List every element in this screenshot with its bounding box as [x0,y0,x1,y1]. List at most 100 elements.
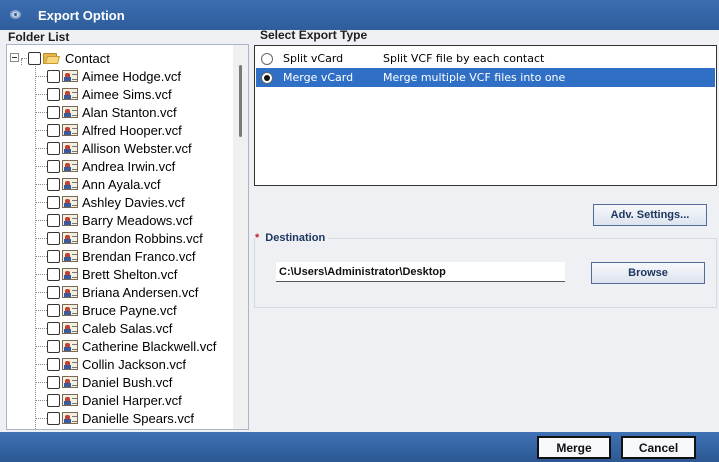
tree-item-vcf[interactable]: Aimee Hodge.vcf [47,67,181,85]
item-label: Alan Stanton.vcf [82,104,177,120]
tree-connector [35,202,47,203]
option-name: Split vCard [283,52,344,65]
destination-label: * Destination [255,232,325,244]
vcard-file-icon [62,304,78,316]
folder-icon [43,52,61,64]
tree-item-vcf[interactable]: Barry Meadows.vcf [47,211,193,229]
item-checkbox[interactable] [47,375,60,389]
tree-connector [35,256,47,257]
option-description: Split VCF file by each contact [383,52,545,65]
tree-item-vcf[interactable]: Andrea Irwin.vcf [47,157,175,175]
item-label: Barry Meadows.vcf [82,212,193,228]
vcard-file-icon [62,268,78,280]
tree-item-vcf[interactable]: Aimee Sims.vcf [47,85,172,103]
item-label: Ashley Davies.vcf [82,194,185,210]
folder-tree[interactable]: Contact Aimee Hodge.vcf Aimee Sims.vcf Ala… [6,44,249,430]
vcard-file-icon [62,376,78,388]
vcard-file-icon [62,232,78,244]
folder-tree-content: Contact Aimee Hodge.vcf Aimee Sims.vcf Ala… [7,45,233,429]
tree-root-contact[interactable]: Contact [28,49,110,67]
root-checkbox[interactable] [28,51,41,65]
item-label: Collin Jackson.vcf [82,356,187,372]
option-merge-vcard[interactable]: Merge vCard Merge multiple VCF files int… [256,68,715,87]
item-checkbox[interactable] [47,141,60,155]
vcard-file-icon [62,88,78,100]
tree-connector [35,94,47,95]
item-checkbox[interactable] [47,195,60,209]
item-checkbox[interactable] [47,357,60,371]
cancel-button[interactable]: Cancel [621,436,696,459]
item-checkbox[interactable] [47,123,60,137]
tree-item-vcf[interactable]: Brendan Franco.vcf [47,247,195,265]
vcard-file-icon [62,70,78,82]
item-checkbox[interactable] [47,87,60,101]
vcard-file-icon [62,286,78,298]
browse-button[interactable]: Browse [591,262,705,284]
tree-connector [35,166,47,167]
destination-divider [328,238,717,239]
item-checkbox[interactable] [47,231,60,245]
vcard-file-icon [62,358,78,370]
option-split-vcard[interactable]: Split vCard Split VCF file by each conta… [256,49,715,68]
tree-item-vcf[interactable]: Briana Andersen.vcf [47,283,198,301]
tree-item-vcf[interactable]: Bruce Payne.vcf [47,301,177,319]
tree-item-vcf[interactable]: Brandon Robbins.vcf [47,229,203,247]
item-label: Ann Ayala.vcf [82,176,161,192]
item-label: Andrea Irwin.vcf [82,158,176,174]
folder-list-header: Folder List [8,30,70,44]
tree-item-vcf[interactable]: Ann Ayala.vcf [47,175,161,193]
tree-item-vcf[interactable]: Catherine Blackwell.vcf [47,337,216,355]
item-label: Allison Webster.vcf [82,140,192,156]
vcard-file-icon [62,322,78,334]
vcard-file-icon [62,250,78,262]
tree-scrollbar[interactable] [233,45,248,429]
merge-button[interactable]: Merge [537,436,611,459]
item-checkbox[interactable] [47,411,60,425]
tree-connector [35,76,47,77]
tree-item-vcf[interactable]: Alfred Hooper.vcf [47,121,182,139]
tree-item-vcf[interactable]: Caleb Salas.vcf [47,319,172,337]
destination-label-text: Destination [265,232,326,244]
item-checkbox[interactable] [47,393,60,407]
tree-connector [35,238,47,239]
item-label: Brett Shelton.vcf [82,266,178,282]
option-description: Merge multiple VCF files into one [383,71,566,84]
split-vcard-radio[interactable] [261,52,273,65]
export-type-list[interactable]: Split vCard Split VCF file by each conta… [254,45,717,186]
item-checkbox[interactable] [47,159,60,173]
item-checkbox[interactable] [47,285,60,299]
item-checkbox[interactable] [47,105,60,119]
item-label: Daniel Harper.vcf [82,392,182,408]
item-checkbox[interactable] [47,339,60,353]
tree-item-vcf[interactable]: Allison Webster.vcf [47,139,192,157]
item-checkbox[interactable] [47,267,60,281]
required-marker: * [255,232,260,244]
item-label: Briana Andersen.vcf [82,284,199,300]
item-label: Catherine Blackwell.vcf [82,338,217,354]
item-checkbox[interactable] [47,249,60,263]
tree-item-vcf[interactable]: Danielle Spears.vcf [47,409,194,427]
item-checkbox[interactable] [47,177,60,191]
item-checkbox[interactable] [47,321,60,335]
vcard-file-icon [62,214,78,226]
item-checkbox[interactable] [47,213,60,227]
tree-item-vcf[interactable]: Brett Shelton.vcf [47,265,177,283]
tree-item-vcf[interactable]: Collin Jackson.vcf [47,355,186,373]
tree-collapse-icon[interactable] [10,53,19,62]
adv-settings-button[interactable]: Adv. Settings... [593,204,707,226]
tree-item-vcf[interactable]: Daniel Harper.vcf [47,391,182,409]
destination-path-field[interactable]: C:\Users\Administrator\Desktop [276,262,565,282]
item-checkbox[interactable] [47,303,60,317]
item-checkbox[interactable] [47,69,60,83]
item-label: Bruce Payne.vcf [82,302,177,318]
merge-vcard-radio[interactable] [261,71,273,84]
tree-item-vcf[interactable]: Alan Stanton.vcf [47,103,177,121]
option-name: Merge vCard [283,71,354,84]
tree-item-vcf[interactable]: Daniel Bush.vcf [47,373,172,391]
tree-item-vcf[interactable]: Ashley Davies.vcf [47,193,185,211]
item-label: Aimee Hodge.vcf [82,68,181,84]
item-label: Brandon Robbins.vcf [82,230,203,246]
vcard-file-icon [62,160,78,172]
scrollbar-thumb[interactable] [239,65,242,137]
tree-connector [35,418,47,419]
